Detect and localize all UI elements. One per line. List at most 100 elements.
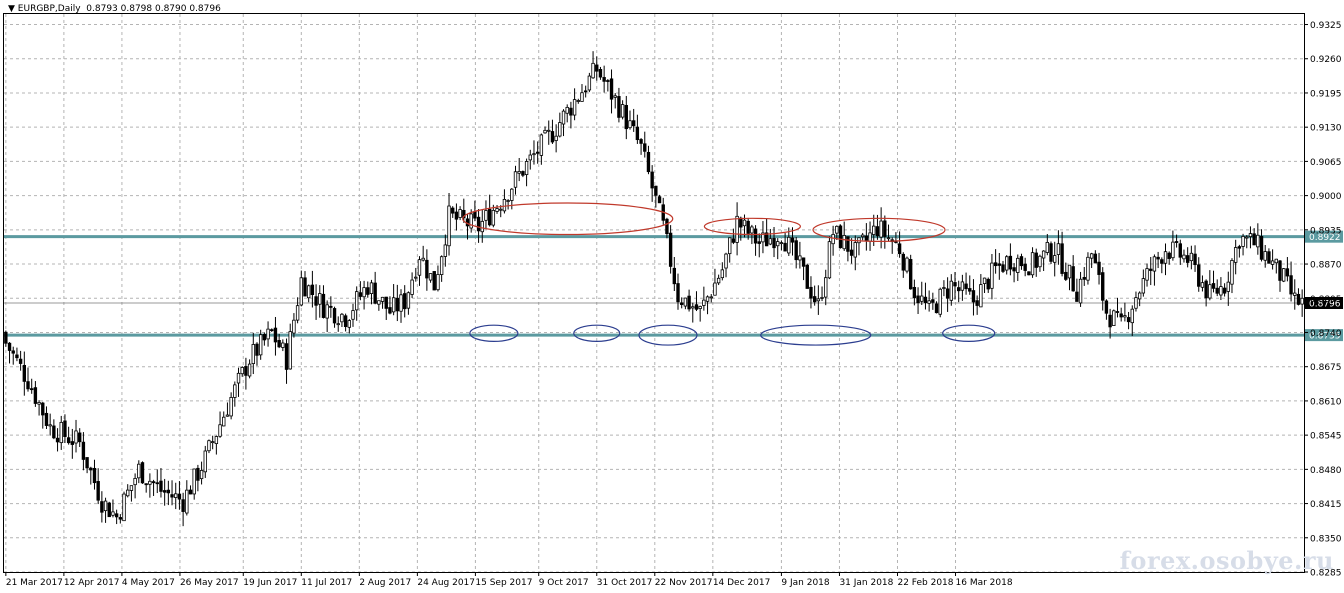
candle-body [1019, 256, 1024, 267]
candle-body [613, 95, 617, 98]
candle-body [181, 499, 185, 512]
zone-ellipses[interactable] [462, 202, 996, 346]
candle-body [676, 283, 680, 303]
candle-body [144, 483, 148, 486]
candle-body [325, 304, 329, 319]
chart-header[interactable]: ▼ EURGBP,Daily 0.8793 0.8798 0.8790 0.87… [8, 4, 221, 14]
candle-body [923, 296, 928, 304]
support-ellipse[interactable] [469, 324, 519, 342]
candle-body [1241, 236, 1245, 247]
candle-body [347, 320, 352, 328]
y-tick-label: 0.9195 [1310, 89, 1342, 99]
candle-body [620, 104, 625, 118]
candle-body [879, 220, 883, 238]
candle-body [92, 467, 97, 484]
candle-body [794, 240, 798, 261]
candle-body [860, 234, 865, 238]
candle-body [362, 287, 366, 298]
candle-body [1134, 297, 1138, 309]
candle-body [1086, 256, 1090, 281]
candle-body [403, 293, 407, 310]
candle-body [18, 358, 23, 364]
candle-body [990, 262, 994, 289]
candle-body [22, 364, 27, 382]
candle-body [931, 299, 935, 303]
support-ellipse[interactable] [942, 324, 996, 342]
ohlc-values: 0.8793 0.8798 0.8790 0.8796 [86, 4, 221, 14]
candle-body [849, 249, 854, 256]
candle-body [451, 207, 455, 214]
candle-body [539, 134, 544, 156]
candle-body [672, 267, 677, 285]
candle-body [838, 225, 843, 249]
candle-body [107, 502, 111, 518]
candle-body [491, 209, 496, 226]
candle-body [997, 263, 1002, 266]
candle-body [118, 517, 123, 520]
candle-body [247, 363, 252, 377]
candle-body [927, 300, 931, 304]
candle-body [1041, 250, 1046, 259]
candle-body [750, 226, 754, 234]
candle-body [535, 151, 540, 154]
candle-body [443, 244, 448, 257]
candle-body [587, 75, 592, 91]
candle-body [1064, 271, 1068, 280]
candle-body [103, 500, 108, 512]
candle-body [668, 232, 673, 267]
candle-body [373, 282, 377, 304]
candle-body [886, 237, 891, 240]
candle-body [44, 412, 49, 426]
y-tick-label: 0.8610 [1310, 397, 1342, 407]
candle-body [554, 135, 558, 141]
candle-body [148, 480, 152, 485]
candle-body [388, 307, 392, 314]
candle-body [716, 277, 721, 284]
candle-body [1145, 268, 1149, 281]
candle-body [595, 64, 599, 72]
candle-body [59, 421, 63, 444]
candle-body [63, 420, 67, 437]
candle-body [901, 253, 905, 271]
candle-body [1189, 252, 1194, 262]
candle-body [174, 493, 178, 498]
candle-body [1071, 266, 1075, 292]
candle-body [735, 215, 739, 243]
candle-body [1097, 261, 1101, 275]
candle-body [510, 188, 514, 201]
candle-body [864, 235, 869, 241]
candle-body [1160, 259, 1164, 264]
x-tick-label: 31 Jan 2018 [839, 578, 893, 588]
x-tick-label: 12 Apr 2017 [64, 578, 120, 588]
candle-body [1267, 251, 1271, 264]
candle-body [85, 457, 89, 469]
candle-body [835, 225, 839, 234]
candle-body [1285, 268, 1290, 277]
candle-body [805, 264, 809, 289]
candle-body [1226, 281, 1230, 292]
candlestick-chart: 0.89220.87350.8796 0.93250.92600.91950.9… [3, 13, 1343, 588]
candle-body [975, 300, 979, 306]
candle-body [273, 327, 278, 343]
x-tick-label: 4 May 2017 [122, 578, 175, 588]
x-tick-label: 16 Mar 2018 [956, 578, 1013, 588]
candle-body [798, 255, 802, 261]
candle-body [1001, 264, 1005, 272]
candle-body [395, 297, 400, 312]
candle-body [1259, 236, 1264, 260]
candle-body [281, 342, 285, 348]
candle-body [1178, 243, 1182, 258]
candle-body [960, 281, 965, 291]
y-tick-label: 0.9260 [1310, 55, 1342, 65]
candle-body [565, 106, 569, 114]
candle-body [391, 297, 396, 313]
candle-body [81, 441, 86, 460]
candle-body [255, 343, 259, 356]
candle-body [15, 354, 19, 359]
y-tick-label: 0.8870 [1310, 261, 1342, 271]
candle-body [137, 463, 141, 479]
chart-menu-arrow-icon[interactable]: ▼ [8, 4, 15, 14]
candle-body [787, 236, 791, 254]
candle-body [502, 199, 507, 212]
candle-body [78, 432, 82, 443]
